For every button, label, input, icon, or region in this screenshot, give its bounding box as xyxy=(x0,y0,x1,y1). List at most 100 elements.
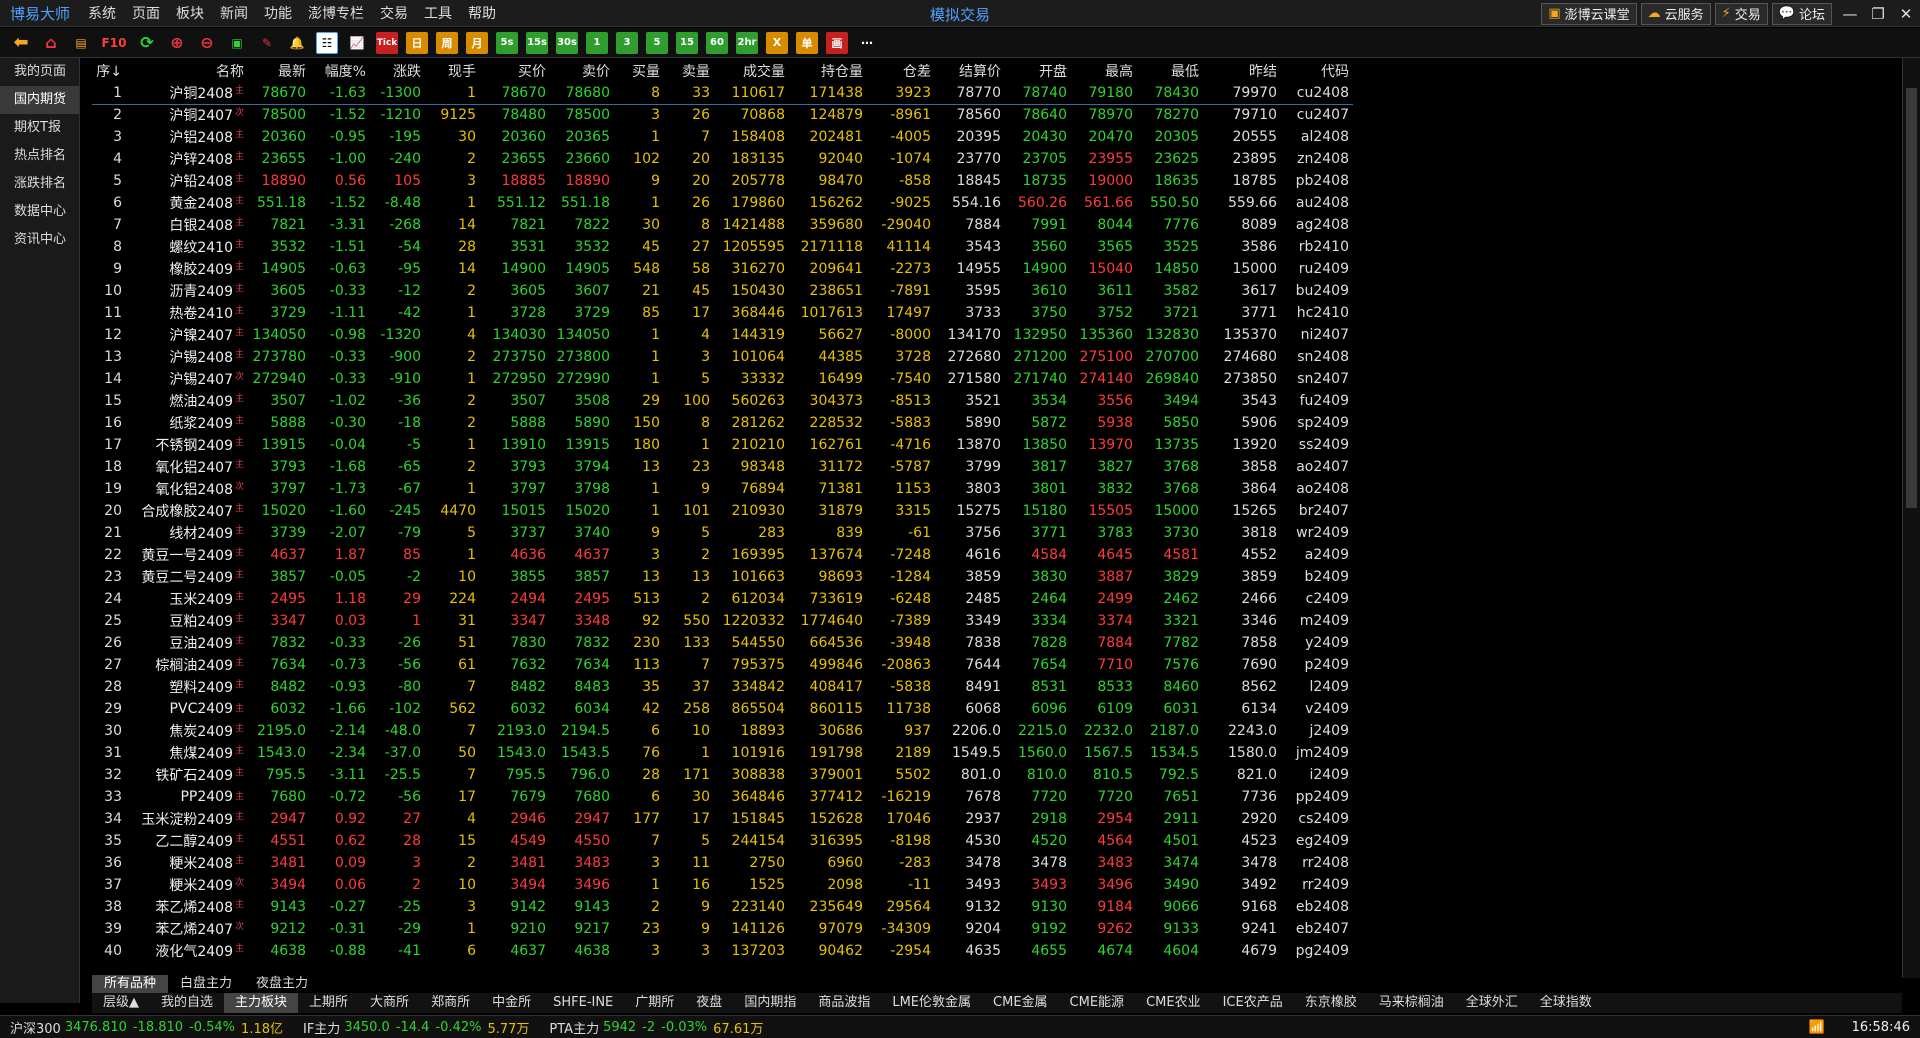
vertical-scrollbar[interactable] xyxy=(1902,58,1920,978)
menu-item[interactable]: 页面 xyxy=(124,3,168,23)
period-button[interactable]: 2hr xyxy=(736,31,758,54)
period-button[interactable]: 5s xyxy=(496,31,518,54)
market-tab[interactable]: CME能源 xyxy=(1059,993,1136,1013)
contract-name-cell[interactable]: 豆油2409 主 xyxy=(126,632,248,654)
market-tab[interactable]: LME伦敦金属 xyxy=(881,993,982,1013)
back-icon[interactable]: ⬅ xyxy=(10,32,32,54)
period-button[interactable]: 日 xyxy=(406,31,428,54)
contract-name-cell[interactable]: 沪锡2408 主 xyxy=(126,346,248,368)
market-tab[interactable]: 层级▲ xyxy=(92,993,150,1013)
table-row[interactable]: 5 沪铅2408 主 18890 0.56 105 3 18885 18890 9 20 205778… xyxy=(92,170,1353,192)
sidebar-item[interactable]: 我的页面 xyxy=(0,58,79,86)
contract-name-cell[interactable]: 棕榈油2409 主 xyxy=(126,654,248,676)
market-tab[interactable]: 商品波指 xyxy=(807,993,881,1013)
period-button[interactable]: 画 xyxy=(826,31,848,54)
menu-item[interactable]: 新闻 xyxy=(212,3,256,23)
market-tab[interactable]: 我的自选 xyxy=(150,993,224,1013)
contract-name-cell[interactable]: 焦煤2409 主 xyxy=(126,742,248,764)
market-tab[interactable]: 全球外汇 xyxy=(1455,993,1529,1013)
table-row[interactable]: 17 不锈钢2409 主 13915 -0.04 -5 1 13910 13915 180 1 210… xyxy=(92,434,1353,456)
table-row[interactable]: 6 黄金2408 主 551.18 -1.52 -8.48 1 551.12 551.18 1 26… xyxy=(92,192,1353,214)
table-row[interactable]: 2 沪铜2407 次 78500 -1.52 -1210 9125 78480 78500 3 26… xyxy=(92,104,1353,126)
sidebar-item[interactable]: 涨跌排名 xyxy=(0,170,79,198)
table-row[interactable]: 8 螺纹2410 主 3532 -1.51 -54 28 3531 3532 45 27 120559… xyxy=(92,236,1353,258)
sidebar-item[interactable]: 资讯中心 xyxy=(0,226,79,254)
cloud-service-button[interactable]: ☁ 云服务 xyxy=(1640,2,1711,25)
category-tab[interactable]: 所有品种 xyxy=(92,975,169,993)
contract-name-cell[interactable]: 沪铝2408 主 xyxy=(126,126,248,148)
period-button[interactable]: 15s xyxy=(526,31,548,54)
category-tab[interactable]: 白盘主力 xyxy=(168,975,244,993)
table-row[interactable]: 9 橡胶2409 主 14905 -0.63 -95 14 14900 14905 548 58 31… xyxy=(92,258,1353,280)
market-tab[interactable]: 东京橡胶 xyxy=(1294,993,1368,1013)
table-row[interactable]: 33 PP2409 主 7680 -0.72 -56 17 7679 7680 6 30 364846… xyxy=(92,786,1353,808)
market-tab[interactable]: 上期所 xyxy=(298,993,359,1013)
column-header[interactable]: 卖量 xyxy=(664,60,714,82)
window-icon[interactable]: ▣ xyxy=(226,32,248,54)
table-row[interactable]: 40 液化气2409 主 4638 -0.88 -41 6 4637 4638 3 3 137203 9… xyxy=(92,940,1353,962)
contract-name-cell[interactable]: 合成橡胶2407 主 xyxy=(126,500,248,522)
table-row[interactable]: 3 沪铝2408 主 20360 -0.95 -195 30 20360 20365 1 7 1584… xyxy=(92,126,1353,148)
contract-name-cell[interactable]: 苯乙烯2408 主 xyxy=(126,896,248,918)
table-row[interactable]: 29 PVC2409 主 6032 -1.66 -102 562 6032 6034 42 258 8… xyxy=(92,698,1353,720)
contract-name-cell[interactable]: 粳米2409 次 xyxy=(126,874,248,896)
zoom-out-icon[interactable]: ⊖ xyxy=(196,32,218,54)
table-row[interactable]: 21 线材2409 主 3739 -2.07 -79 5 3737 3740 9 5 283 839 -6… xyxy=(92,522,1353,544)
market-tab[interactable]: 全球指数 xyxy=(1529,993,1603,1013)
contract-name-cell[interactable]: 沪锌2408 主 xyxy=(126,148,248,170)
period-button[interactable]: 15 xyxy=(676,31,698,54)
contract-name-cell[interactable]: 沥青2409 主 xyxy=(126,280,248,302)
f10-button[interactable]: F10 xyxy=(100,32,128,54)
contract-name-cell[interactable]: 橡胶2409 主 xyxy=(126,258,248,280)
column-header[interactable]: 结算价 xyxy=(935,60,1005,82)
contract-name-cell[interactable]: 铁矿石2409 主 xyxy=(126,764,248,786)
contract-name-cell[interactable]: 沪镍2407 主 xyxy=(126,324,248,346)
table-row[interactable]: 36 粳米2408 主 3481 0.09 3 2 3481 3483 3 11 2750 6960 -2… xyxy=(92,852,1353,874)
period-button[interactable]: 单 xyxy=(796,31,818,54)
table-row[interactable]: 32 铁矿石2409 主 795.5 -3.11 -25.5 7 795.5 796.0 28 17… xyxy=(92,764,1353,786)
period-button[interactable]: 月 xyxy=(466,31,488,54)
contract-name-cell[interactable]: 不锈钢2409 主 xyxy=(126,434,248,456)
column-header[interactable]: 涨跌 xyxy=(370,60,425,82)
table-row[interactable]: 30 焦炭2409 主 2195.0 -2.14 -48.0 7 2193.0 2194.5 6 1… xyxy=(92,720,1353,742)
table-row[interactable]: 35 乙二醇2409 主 4551 0.62 28 15 4549 4550 7 5 244154 31… xyxy=(92,830,1353,852)
period-button[interactable]: 60 xyxy=(706,31,728,54)
market-tab[interactable]: 马来棕榈油 xyxy=(1368,993,1455,1013)
bell-icon[interactable]: 🔔 xyxy=(286,32,308,54)
market-tab[interactable]: CME农业 xyxy=(1135,993,1212,1013)
forum-button[interactable]: 💬 论坛 xyxy=(1771,2,1832,25)
contract-name-cell[interactable]: 氧化铝2408 次 xyxy=(126,478,248,500)
contract-name-cell[interactable]: 粳米2408 主 xyxy=(126,852,248,874)
contract-name-cell[interactable]: 热卷2410 主 xyxy=(126,302,248,324)
pengbo-class-button[interactable]: ▣ 澎博云课堂 xyxy=(1541,2,1637,25)
contract-name-cell[interactable]: 液化气2409 主 xyxy=(126,940,248,962)
contract-name-cell[interactable]: 苯乙烯2407 次 xyxy=(126,918,248,940)
table-row[interactable]: 11 热卷2410 主 3729 -1.11 -42 1 3728 3729 85 17 368446… xyxy=(92,302,1353,324)
table-row[interactable]: 25 豆粕2409 主 3347 0.03 1 31 3347 3348 92 550 1220332… xyxy=(92,610,1353,632)
menu-item[interactable]: 交易 xyxy=(372,3,416,23)
trade-button[interactable]: ⚡ 交易 xyxy=(1714,2,1768,25)
menu-item[interactable]: 帮助 xyxy=(460,3,504,23)
contract-name-cell[interactable]: 黄豆二号2409 主 xyxy=(126,566,248,588)
zoom-in-icon[interactable]: ⊕ xyxy=(166,32,188,54)
table-row[interactable]: 4 沪锌2408 主 23655 -1.00 -240 2 23655 23660 102 20 18… xyxy=(92,148,1353,170)
table-row[interactable]: 26 豆油2409 主 7832 -0.33 -26 51 7830 7832 230 133 544… xyxy=(92,632,1353,654)
market-tab[interactable]: 中金所 xyxy=(481,993,542,1013)
refresh-icon[interactable]: ⟳ xyxy=(136,32,158,54)
contract-name-cell[interactable]: 塑料2409 主 xyxy=(126,676,248,698)
table-row[interactable]: 38 苯乙烯2408 主 9143 -0.27 -25 3 9142 9143 2 9 223140 2… xyxy=(92,896,1353,918)
column-header[interactable]: 现手 xyxy=(425,60,480,82)
minimize-button[interactable]: — xyxy=(1836,3,1864,25)
menu-item[interactable]: 板块 xyxy=(168,3,212,23)
tick-button[interactable]: Tick xyxy=(376,31,398,54)
sidebar-item[interactable]: 国内期货 xyxy=(0,86,79,114)
column-header[interactable]: 成交量 xyxy=(714,60,789,82)
contract-name-cell[interactable]: 乙二醇2409 主 xyxy=(126,830,248,852)
table-row[interactable]: 28 塑料2409 主 8482 -0.93 -80 7 8482 8483 35 37 334842… xyxy=(92,676,1353,698)
table-row[interactable]: 31 焦煤2409 主 1543.0 -2.34 -37.0 50 1543.0 1543.5 7… xyxy=(92,742,1353,764)
column-header[interactable]: 最低 xyxy=(1137,60,1203,82)
market-tab[interactable]: 国内期指 xyxy=(733,993,807,1013)
menu-item[interactable]: 工具 xyxy=(416,3,460,23)
contract-name-cell[interactable]: 玉米2409 主 xyxy=(126,588,248,610)
table-row[interactable]: 24 玉米2409 主 2495 1.18 29 224 2494 2495 513 2 612034… xyxy=(92,588,1353,610)
